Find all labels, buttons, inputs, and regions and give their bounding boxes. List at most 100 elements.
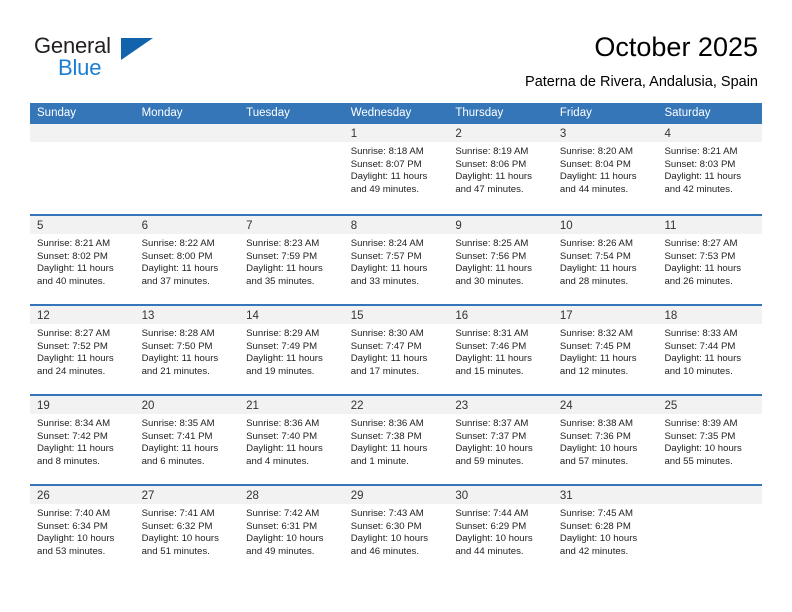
day-details: Sunrise: 8:27 AM Sunset: 7:53 PM Daylight:… <box>657 234 762 288</box>
day-detail-line: Daylight: 10 hours <box>246 533 324 545</box>
day-number-band: 5 <box>30 216 135 234</box>
day-details: Sunrise: 8:29 AM Sunset: 7:49 PM Daylight:… <box>239 324 344 378</box>
day-number-band <box>657 486 763 504</box>
day-cell-18[interactable]: 18 Sunrise: 8:33 AM Sunset: 7:44 PM Dayligh… <box>657 306 763 394</box>
day-cell-1[interactable]: 1 Sunrise: 8:18 AM Sunset: 8:07 PM Daylight… <box>343 124 449 212</box>
day-detail-line: and 37 minutes. <box>141 275 210 287</box>
day-detail-line: Sunset: 7:41 PM <box>141 430 213 442</box>
day-number-band: 31 <box>552 486 658 504</box>
day-cell-30[interactable]: 30 Sunrise: 7:44 AM Sunset: 6:29 PM Dayligh… <box>448 486 553 574</box>
weekday-header-monday: Monday <box>141 107 183 119</box>
day-number-band: 26 <box>30 486 135 504</box>
day-cell-4[interactable]: 4 Sunrise: 8:21 AM Sunset: 8:03 PM Daylight… <box>657 124 763 212</box>
day-number: 23 <box>455 400 469 412</box>
day-cell-5[interactable]: 5 Sunrise: 8:21 AM Sunset: 8:02 PM Daylight… <box>30 216 135 304</box>
day-detail-line: Daylight: 11 hours <box>559 171 637 183</box>
day-detail-line: Sunset: 7:36 PM <box>559 430 631 442</box>
day-detail-line: and 24 minutes. <box>37 365 106 377</box>
day-cell-31[interactable]: 31 Sunrise: 7:45 AM Sunset: 6:28 PM Dayligh… <box>552 486 658 574</box>
day-detail-line: Daylight: 11 hours <box>455 263 532 275</box>
day-cell-29[interactable]: 29 Sunrise: 7:43 AM Sunset: 6:30 PM Dayligh… <box>343 486 449 574</box>
day-cell-12[interactable]: 12 Sunrise: 8:27 AM Sunset: 7:52 PM Dayligh… <box>30 306 135 394</box>
day-detail-line: Sunrise: 7:41 AM <box>141 508 215 519</box>
day-detail-line: Sunrise: 8:26 AM <box>559 238 633 249</box>
day-number-band <box>30 124 135 142</box>
day-cell-2[interactable]: 2 Sunrise: 8:19 AM Sunset: 8:06 PM Daylight… <box>448 124 553 212</box>
day-cell-17[interactable]: 17 Sunrise: 8:32 AM Sunset: 7:45 PM Dayligh… <box>552 306 658 394</box>
day-number-band: 11 <box>657 216 763 234</box>
day-detail-line: Daylight: 10 hours <box>37 533 115 545</box>
day-detail-line: and 55 minutes. <box>664 455 733 467</box>
day-cell-19[interactable]: 19 Sunrise: 8:34 AM Sunset: 7:42 PM Dayligh… <box>30 396 135 484</box>
day-detail-line: and 21 minutes. <box>141 365 210 377</box>
day-cell-8[interactable]: 8 Sunrise: 8:24 AM Sunset: 7:57 PM Daylight… <box>343 216 449 304</box>
generalblue-logo[interactable]: General Blue <box>34 33 214 81</box>
day-detail-line: Daylight: 11 hours <box>246 263 323 275</box>
day-number-band: 10 <box>552 216 658 234</box>
day-cell-empty <box>30 124 135 212</box>
day-cell-15[interactable]: 15 Sunrise: 8:30 AM Sunset: 7:47 PM Dayligh… <box>343 306 449 394</box>
day-details: Sunrise: 8:26 AM Sunset: 7:54 PM Daylight:… <box>553 234 658 288</box>
day-detail-line: Sunset: 7:46 PM <box>455 340 527 352</box>
day-number-band: 28 <box>239 486 344 504</box>
day-detail-line: Sunrise: 7:42 AM <box>246 508 320 519</box>
day-cell-25[interactable]: 25 Sunrise: 8:39 AM Sunset: 7:35 PM Dayligh… <box>657 396 763 484</box>
day-cell-21[interactable]: 21 Sunrise: 8:36 AM Sunset: 7:40 PM Dayligh… <box>239 396 344 484</box>
day-detail-line: Sunrise: 8:24 AM <box>350 238 424 249</box>
day-detail-line: Daylight: 11 hours <box>664 263 742 275</box>
day-detail-line: Daylight: 10 hours <box>455 533 533 545</box>
day-cell-20[interactable]: 20 Sunrise: 8:35 AM Sunset: 7:41 PM Dayligh… <box>134 396 240 484</box>
day-cell-3[interactable]: 3 Sunrise: 8:20 AM Sunset: 8:04 PM Daylight… <box>552 124 658 212</box>
day-cell-9[interactable]: 9 Sunrise: 8:25 AM Sunset: 7:56 PM Daylight… <box>448 216 553 304</box>
day-details: Sunrise: 8:36 AM Sunset: 7:40 PM Daylight:… <box>239 414 344 468</box>
day-detail-line: Daylight: 11 hours <box>350 171 428 183</box>
day-number: 16 <box>455 310 469 322</box>
day-detail-line: and 42 minutes. <box>664 183 733 195</box>
day-cell-6[interactable]: 6 Sunrise: 8:22 AM Sunset: 8:00 PM Daylight… <box>134 216 240 304</box>
day-cell-11[interactable]: 11 Sunrise: 8:27 AM Sunset: 7:53 PM Dayligh… <box>657 216 763 304</box>
day-cell-26[interactable]: 26 Sunrise: 7:40 AM Sunset: 6:34 PM Dayligh… <box>30 486 135 574</box>
weekday-header-row: Sunday Monday Tuesday Wednesday Thursday Frid… <box>30 103 762 124</box>
day-detail-line: Sunset: 7:40 PM <box>246 430 318 442</box>
day-number: 2 <box>455 128 462 140</box>
calendar-week-row: 26 Sunrise: 7:40 AM Sunset: 6:34 PM Dayligh… <box>30 484 763 574</box>
day-details: Sunrise: 7:40 AM Sunset: 6:34 PM Daylight:… <box>30 504 135 558</box>
day-detail-line: Sunset: 7:47 PM <box>350 340 422 352</box>
day-number: 25 <box>664 400 678 412</box>
day-number-band: 17 <box>552 306 658 324</box>
day-detail-line: Daylight: 11 hours <box>37 263 114 275</box>
day-number: 11 <box>664 220 677 232</box>
calendar-weeks: 1 Sunrise: 8:18 AM Sunset: 8:07 PM Daylight… <box>30 124 763 574</box>
day-number-band: 2 <box>448 124 553 142</box>
day-detail-line: Daylight: 10 hours <box>350 533 429 545</box>
logo-word-blue: Blue <box>58 55 102 80</box>
day-number: 24 <box>559 400 573 412</box>
day-detail-line: Sunrise: 8:29 AM <box>246 328 320 339</box>
day-details: Sunrise: 7:43 AM Sunset: 6:30 PM Daylight:… <box>344 504 449 558</box>
day-number: 15 <box>350 310 364 322</box>
day-number: 20 <box>141 400 155 412</box>
day-detail-line: Sunrise: 8:32 AM <box>559 328 633 339</box>
day-details: Sunrise: 8:31 AM Sunset: 7:46 PM Daylight:… <box>448 324 553 378</box>
day-cell-7[interactable]: 7 Sunrise: 8:23 AM Sunset: 7:59 PM Daylight… <box>239 216 344 304</box>
day-number: 5 <box>37 220 44 232</box>
day-cell-10[interactable]: 10 Sunrise: 8:26 AM Sunset: 7:54 PM Dayligh… <box>552 216 658 304</box>
day-cell-16[interactable]: 16 Sunrise: 8:31 AM Sunset: 7:46 PM Dayligh… <box>448 306 553 394</box>
day-number-band: 15 <box>343 306 449 324</box>
day-cell-13[interactable]: 13 Sunrise: 8:28 AM Sunset: 7:50 PM Dayligh… <box>134 306 240 394</box>
day-number: 14 <box>246 310 259 322</box>
day-number-band: 16 <box>448 306 553 324</box>
day-cell-22[interactable]: 22 Sunrise: 8:36 AM Sunset: 7:38 PM Dayligh… <box>343 396 449 484</box>
day-detail-line: Sunset: 7:38 PM <box>350 430 422 442</box>
day-details: Sunrise: 8:24 AM Sunset: 7:57 PM Daylight:… <box>344 234 449 288</box>
day-cell-24[interactable]: 24 Sunrise: 8:38 AM Sunset: 7:36 PM Dayligh… <box>552 396 658 484</box>
day-detail-line: Sunset: 6:34 PM <box>37 520 108 532</box>
day-cell-23[interactable]: 23 Sunrise: 8:37 AM Sunset: 7:37 PM Dayligh… <box>448 396 553 484</box>
day-number: 3 <box>559 128 567 140</box>
day-cell-14[interactable]: 14 Sunrise: 8:29 AM Sunset: 7:49 PM Dayligh… <box>239 306 344 394</box>
day-cell-27[interactable]: 27 Sunrise: 7:41 AM Sunset: 6:32 PM Dayligh… <box>134 486 240 574</box>
day-detail-line: Daylight: 11 hours <box>559 353 637 365</box>
day-detail-line: Daylight: 11 hours <box>455 171 532 183</box>
day-details: Sunrise: 7:44 AM Sunset: 6:29 PM Daylight:… <box>448 504 553 558</box>
day-cell-28[interactable]: 28 Sunrise: 7:42 AM Sunset: 6:31 PM Dayligh… <box>239 486 344 574</box>
